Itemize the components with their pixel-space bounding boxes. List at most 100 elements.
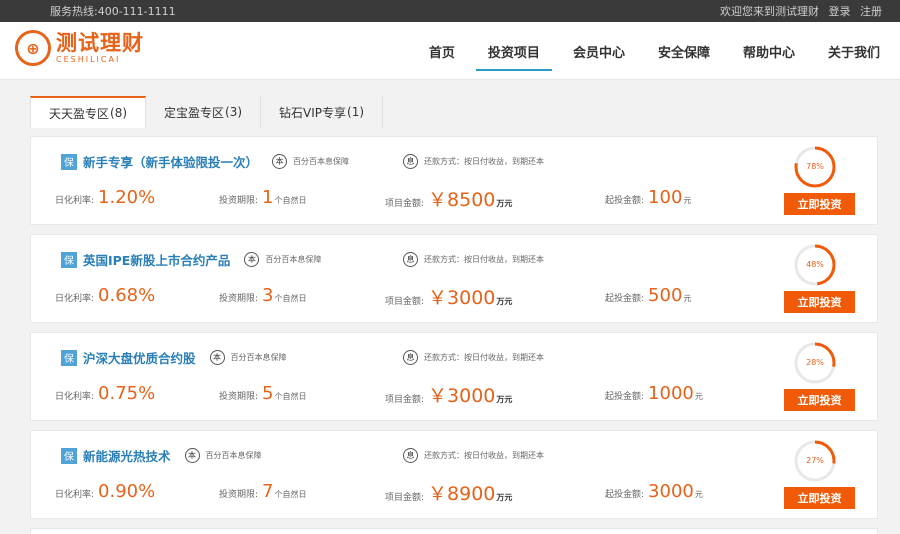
product-title-row: 保 新能源光热技术 本 百分百本息保障 xyxy=(61,446,262,465)
interest-icon: 息 xyxy=(403,448,418,463)
product-title-row: 保 英国IPE新股上市合约产品 本 百分百本息保障 xyxy=(61,250,321,269)
tab-count: (3) xyxy=(225,105,243,119)
principal-guarantee-tag: 本 百分百本息保障 xyxy=(272,154,349,169)
logo-en: CESHILICAI xyxy=(56,54,121,64)
amount-unit: 万元 xyxy=(496,199,513,208)
amount-label: 项目金额: xyxy=(385,493,425,503)
term-unit: 个自然日 xyxy=(274,196,307,205)
amount-value: ￥3000 xyxy=(428,385,496,407)
term-value: 5 xyxy=(262,383,274,404)
product-list: 保 新手专享（新手体验限投一次） 本 百分百本息保障 息 还款方式：按日付收益，… xyxy=(30,136,878,534)
tab-vip[interactable]: 钻石VIP专享 (1) xyxy=(261,96,384,128)
repayment-tag: 息 还款方式：按日付收益，到期还本 xyxy=(403,448,544,463)
register-link[interactable]: 注册 xyxy=(860,5,882,18)
term-value: 1 xyxy=(262,187,274,208)
zone-tabs: 天天盈专区 (8) 定宝盈专区 (3) 钻石VIP专享 (1) xyxy=(30,96,384,128)
amount-label: 项目金额: xyxy=(385,395,425,405)
min-unit: 元 xyxy=(694,490,703,499)
min-label: 起投金额: xyxy=(605,490,645,500)
nav-about[interactable]: 关于我们 xyxy=(828,34,880,69)
repayment-text: 还款方式：按日付收益，到期还本 xyxy=(424,255,544,264)
guarantee-badge-icon: 保 xyxy=(61,349,77,366)
principal-icon: 本 xyxy=(244,252,260,267)
invest-now-button[interactable]: 立即投资 xyxy=(784,487,855,509)
invest-now-button[interactable]: 立即投资 xyxy=(784,193,855,215)
nav-invest[interactable]: 投资项目 xyxy=(475,34,552,71)
amount-value: ￥8900 xyxy=(428,483,496,505)
min-value: 100 xyxy=(648,187,683,208)
login-link[interactable]: 登录 xyxy=(829,5,851,18)
min-value: 3000 xyxy=(648,481,694,502)
tab-label: 定宝盈专区 xyxy=(164,105,225,120)
site-header: ⊕ 测试理财 CESHILICAI 首页 投资项目 会员中心 安全保障 帮助中心… xyxy=(0,22,900,80)
nav-help[interactable]: 帮助中心 xyxy=(743,34,795,69)
interest-icon: 息 xyxy=(403,154,418,169)
repayment-text: 还款方式：按日付收益，到期还本 xyxy=(424,157,544,166)
project-amount: 项目金额: ￥8900 万元 xyxy=(385,479,512,506)
term-label: 投资期限: xyxy=(219,294,259,304)
nav-home[interactable]: 首页 xyxy=(429,34,455,69)
term-value: 3 xyxy=(262,285,274,306)
product-name[interactable]: 新手专享（新手体验限投一次） xyxy=(83,152,258,171)
interest-icon: 息 xyxy=(403,350,418,365)
product-name[interactable]: 英国IPE新股上市合约产品 xyxy=(83,250,230,269)
top-bar: 服务热线:400-111-1111 欢迎您来到测试理财 登录 注册 xyxy=(0,0,900,22)
nav-security[interactable]: 安全保障 xyxy=(658,34,710,69)
tab-count: (8) xyxy=(110,106,128,120)
progress-ring: 48% xyxy=(793,243,837,287)
min-unit: 元 xyxy=(683,196,692,205)
tab-dingbaoying[interactable]: 定宝盈专区 (3) xyxy=(146,96,262,128)
rate-value: 0.90% xyxy=(98,481,156,502)
rate-label: 日化利率: xyxy=(55,294,95,304)
minimum-investment: 起投金额: 3000 元 xyxy=(605,481,703,502)
rate-value: 0.68% xyxy=(98,285,156,306)
principal-guarantee-tag: 本 百分百本息保障 xyxy=(209,350,287,365)
invest-now-button[interactable]: 立即投资 xyxy=(784,291,855,313)
logo-cn: 测试理财 xyxy=(56,30,144,55)
product-name[interactable]: 新能源光热技术 xyxy=(83,446,171,465)
amount-unit: 万元 xyxy=(496,493,513,502)
min-value: 500 xyxy=(648,285,683,306)
project-amount: 项目金额: ￥3000 万元 xyxy=(385,381,512,408)
site-logo[interactable]: ⊕ 测试理财 CESHILICAI xyxy=(15,30,144,66)
tab-label: 钻石VIP专享 xyxy=(279,105,347,120)
min-label: 起投金额: xyxy=(605,294,645,304)
progress-percent: 28% xyxy=(806,358,824,367)
amount-label: 项目金额: xyxy=(385,297,425,307)
rate-label: 日化利率: xyxy=(55,196,95,206)
principal-icon: 本 xyxy=(184,448,200,463)
guarantee-text: 百分百本息保障 xyxy=(265,255,322,264)
term-label: 投资期限: xyxy=(219,196,259,206)
min-label: 起投金额: xyxy=(605,392,645,402)
tab-tiantianying[interactable]: 天天盈专区 (8) xyxy=(30,96,147,128)
daily-rate: 日化利率: 0.68% xyxy=(55,285,155,306)
daily-rate: 日化利率: 1.20% xyxy=(55,187,155,208)
nav-member[interactable]: 会员中心 xyxy=(573,34,625,69)
term-unit: 个自然日 xyxy=(274,490,307,499)
product-card: 保 英国IPE新股上市合约产品 本 百分百本息保障 息 还款方式：按日付收益，到… xyxy=(30,234,878,323)
product-card-partial xyxy=(30,528,878,534)
product-name[interactable]: 沪深大盘优质合约股 xyxy=(83,348,196,367)
product-title-row: 保 沪深大盘优质合约股 本 百分百本息保障 xyxy=(61,348,287,367)
progress-ring: 27% xyxy=(793,439,837,483)
interest-icon: 息 xyxy=(403,252,418,267)
rate-value: 0.75% xyxy=(98,383,156,404)
minimum-investment: 起投金额: 100 元 xyxy=(605,187,691,208)
product-card: 保 新手专享（新手体验限投一次） 本 百分百本息保障 息 还款方式：按日付收益，… xyxy=(30,136,878,225)
progress-ring: 28% xyxy=(793,341,837,385)
min-label: 起投金额: xyxy=(605,196,645,206)
progress-percent: 78% xyxy=(806,162,824,171)
guarantee-text: 百分百本息保障 xyxy=(293,157,350,166)
repayment-text: 还款方式：按日付收益，到期还本 xyxy=(424,451,544,460)
invest-now-button[interactable]: 立即投资 xyxy=(784,389,855,411)
guarantee-badge-icon: 保 xyxy=(61,153,77,170)
guarantee-badge-icon: 保 xyxy=(61,447,77,464)
principal-guarantee-tag: 本 百分百本息保障 xyxy=(184,448,262,463)
minimum-investment: 起投金额: 1000 元 xyxy=(605,383,703,404)
project-amount: 项目金额: ￥3000 万元 xyxy=(385,283,512,310)
principal-guarantee-tag: 本 百分百本息保障 xyxy=(244,252,321,267)
term-unit: 个自然日 xyxy=(274,294,307,303)
welcome-text: 欢迎您来到测试理财 xyxy=(720,5,819,18)
minimum-investment: 起投金额: 500 元 xyxy=(605,285,691,306)
amount-unit: 万元 xyxy=(496,395,513,404)
